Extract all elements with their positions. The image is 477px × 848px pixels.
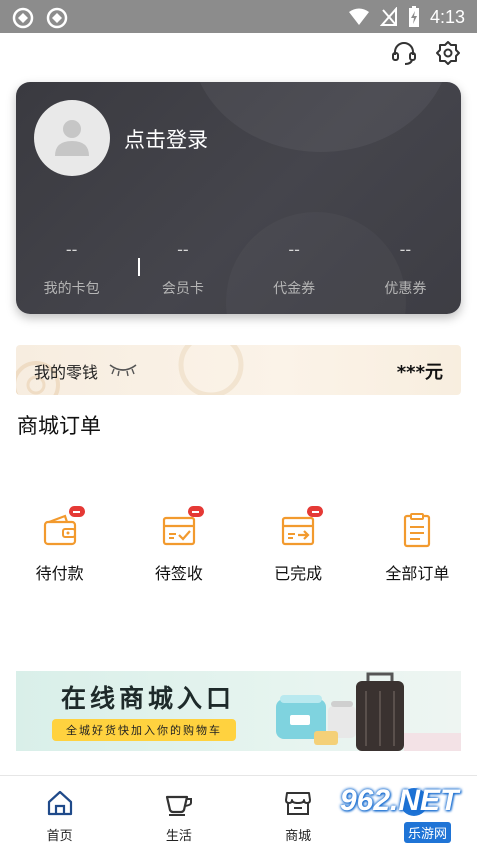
login-link[interactable]: 点击登录 [124, 124, 208, 154]
mall-banner[interactable]: 在线商城入口 全城好货快加入你的购物车 [16, 671, 461, 751]
wallet-amount: ***元 [396, 362, 443, 383]
stat-value: -- [288, 240, 300, 259]
stat-coupon[interactable]: -- 优惠券 [350, 240, 461, 298]
nav-label: 生活 [165, 829, 192, 844]
cup-icon [165, 795, 192, 816]
stat-value: -- [177, 240, 189, 259]
banner-title: 在线商城入口 [61, 684, 236, 713]
package-check-icon [162, 516, 195, 546]
top-actions [391, 40, 461, 66]
order-label: 待付款 [35, 564, 84, 583]
watermark-sub: 乐游网 [404, 822, 452, 843]
nav-home[interactable]: 首页 [0, 776, 119, 848]
order-pending-payment[interactable]: 待付款 [0, 506, 119, 584]
order-badge [307, 506, 324, 517]
watermark: 962.NET 乐游网 [340, 784, 475, 844]
notification-icon [46, 7, 68, 29]
order-all[interactable]: 全部订单 [358, 512, 477, 584]
package-arrow-icon [282, 516, 315, 546]
stat-label: 我的卡包 [43, 281, 100, 297]
nav-life[interactable]: 生活 [119, 776, 238, 848]
order-label: 已完成 [274, 564, 323, 583]
home-icon [47, 790, 72, 816]
wallet-icon [43, 514, 76, 546]
eye-closed-icon[interactable] [108, 361, 138, 377]
order-pending-receipt[interactable]: 待签收 [119, 506, 238, 584]
clipboard-icon [404, 513, 431, 548]
stat-label: 代金券 [273, 281, 316, 297]
wallet-bar[interactable]: 我的零钱 ***元 [16, 345, 461, 395]
stat-label: 优惠券 [384, 281, 427, 297]
stat-value: -- [399, 240, 412, 259]
avatar[interactable] [34, 100, 110, 176]
order-label: 待签收 [154, 564, 203, 583]
order-badge [68, 506, 85, 517]
stat-voucher[interactable]: -- 代金券 [239, 240, 350, 298]
products-image [276, 672, 461, 751]
wifi-icon [348, 8, 369, 25]
stat-value: -- [65, 240, 78, 259]
order-badge [187, 506, 204, 517]
headset-icon[interactable] [391, 40, 417, 66]
wallet-decoration [178, 345, 244, 395]
wallet-title: 我的零钱 [34, 363, 99, 382]
battery-charging-icon [408, 6, 419, 27]
status-bar: 4:13 [0, 0, 477, 33]
watermark-brand: 962.NET [340, 784, 459, 817]
stat-card-wallet[interactable]: -- 我的卡包 [16, 240, 127, 298]
text-cursor [138, 258, 140, 276]
notification-icon [12, 7, 34, 29]
stat-label: 会员卡 [161, 281, 204, 297]
no-signal-icon [379, 7, 397, 26]
order-completed[interactable]: 已完成 [239, 506, 358, 584]
orders-row: 待付款 待签收 已完成 全部订单 [0, 506, 477, 584]
user-placeholder-icon [55, 120, 89, 156]
order-label: 全部订单 [385, 564, 450, 583]
nav-label: 首页 [46, 829, 73, 844]
store-icon [285, 792, 312, 815]
card-decoration [191, 82, 451, 152]
stats-row: -- 我的卡包 -- 会员卡 -- 代金券 -- 优惠券 [16, 240, 461, 298]
settings-icon[interactable] [435, 40, 461, 66]
app-screen: 4:13 点击登录 -- 我的卡包 -- 会员卡 -- 代金券 -- 优惠券 我… [0, 0, 477, 848]
orders-section-title: 商城订单 [17, 414, 101, 438]
banner-subtitle: 全城好货快加入你的购物车 [52, 719, 236, 741]
status-time: 4:13 [429, 6, 465, 27]
stat-member-card[interactable]: -- 会员卡 [127, 240, 238, 298]
profile-card: 点击登录 -- 我的卡包 -- 会员卡 -- 代金券 -- 优惠券 [16, 82, 461, 314]
